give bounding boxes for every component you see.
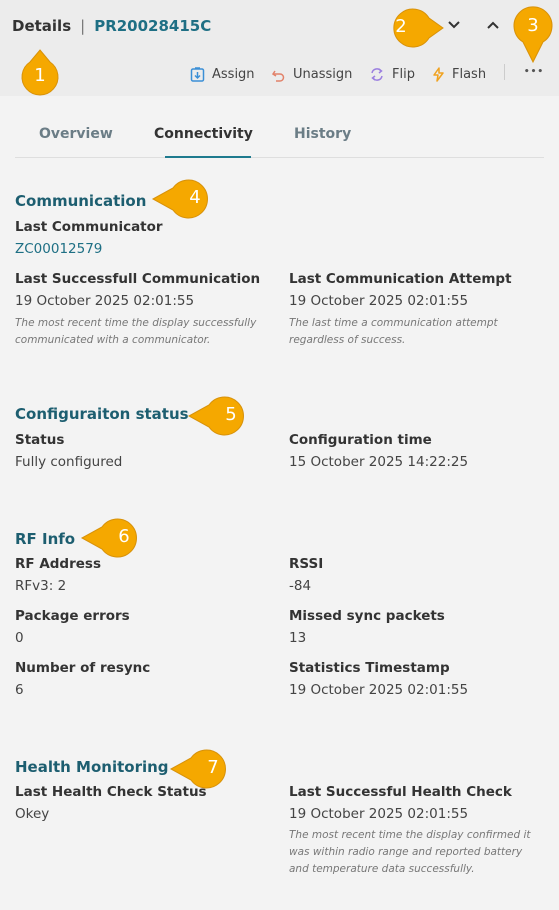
record-id: PR20028415C	[94, 17, 212, 35]
resync-label: Number of resync	[15, 660, 151, 676]
config-status-label: Status	[15, 432, 65, 448]
missed-sync-value: 13	[289, 630, 307, 646]
hint-line: communicated with a communicator.	[15, 334, 211, 346]
config-time-label: Configuration time	[289, 432, 432, 448]
rf-address-value: RFv3: 2	[15, 578, 67, 594]
last-success-label: Last Successfull Communication	[15, 271, 261, 287]
callout-number: 4	[189, 187, 201, 208]
title-separator: |	[80, 17, 86, 35]
assign-icon	[190, 66, 205, 82]
more-dots: •••	[523, 67, 545, 77]
callout-marker-6: 6	[80, 517, 154, 563]
section-title-communication: Communication	[15, 192, 147, 210]
title-text: Details	[12, 17, 72, 35]
page-title: Details | PR20028415C	[12, 17, 211, 35]
chevron-up-icon[interactable]	[482, 14, 504, 36]
last-communicator-label: Last Communicator	[15, 219, 163, 235]
assign-label: Assign	[212, 66, 255, 82]
stats-timestamp-value: 19 October 2025 02:01:55	[289, 682, 469, 698]
callout-number: 2	[395, 16, 407, 37]
section-title-configuration: Configuraiton status	[15, 405, 189, 423]
callout-number: 7	[207, 757, 219, 778]
assign-button[interactable]: Assign	[190, 64, 255, 84]
flip-label: Flip	[392, 66, 415, 82]
config-status-value: Fully configured	[15, 454, 123, 470]
undo-icon	[271, 70, 285, 82]
last-attempt-value: 19 October 2025 02:01:55	[289, 293, 469, 309]
resync-value: 6	[15, 682, 24, 698]
active-tab-indicator	[165, 156, 251, 158]
flash-label: Flash	[452, 66, 487, 82]
config-time-value: 15 October 2025 14:22:25	[289, 454, 469, 470]
tab-connectivity[interactable]: Connectivity	[154, 126, 253, 142]
rssi-value: -84	[289, 578, 312, 594]
unassign-label: Unassign	[293, 66, 353, 82]
flash-button[interactable]: Flash	[432, 64, 486, 84]
callout-number: 6	[118, 526, 130, 547]
callout-marker-2: 2	[377, 6, 447, 54]
health-status-value: Okey	[15, 806, 50, 822]
hint-line: and temperature data successfully.	[289, 863, 475, 875]
callout-marker-5: 5	[187, 395, 261, 441]
tab-history[interactable]: History	[294, 126, 351, 142]
callout-number: 3	[527, 15, 539, 36]
callout-number: 5	[225, 404, 237, 425]
callout-marker-7: 7	[169, 748, 243, 794]
unassign-button[interactable]: Unassign	[271, 64, 352, 84]
toolbar-divider	[504, 64, 505, 80]
rssi-label: RSSI	[289, 556, 324, 572]
flip-button[interactable]: Flip	[369, 64, 415, 84]
callout-marker-1: 1	[17, 48, 63, 108]
flip-icon	[371, 67, 383, 81]
tab-overview[interactable]: Overview	[39, 126, 113, 142]
section-title-rf-info: RF Info	[15, 530, 76, 548]
last-success-hint: The most recent time the display success…	[15, 315, 256, 349]
callout-number: 1	[34, 65, 46, 86]
package-errors-value: 0	[15, 630, 24, 646]
health-success-value: 19 October 2025 02:01:55	[289, 806, 469, 822]
section-title-health: Health Monitoring	[15, 758, 169, 776]
callout-marker-3: 3	[511, 2, 555, 68]
hint-line: The most recent time the display confirm…	[289, 829, 531, 841]
package-errors-label: Package errors	[15, 608, 130, 624]
hint-line: The last time a communication attempt	[289, 317, 498, 329]
last-attempt-label: Last Communication Attempt	[289, 271, 512, 287]
hint-line: The most recent time the display success…	[15, 317, 257, 329]
health-success-hint: The most recent time the display confirm…	[289, 827, 531, 878]
hint-line: regardless of success.	[289, 334, 406, 346]
last-success-value: 19 October 2025 02:01:55	[15, 293, 195, 309]
missed-sync-label: Missed sync packets	[289, 608, 445, 624]
last-attempt-hint: The last time a communication attempt re…	[289, 315, 498, 349]
health-success-label: Last Successful Health Check	[289, 784, 512, 800]
tab-bar: Overview Connectivity History	[15, 112, 544, 158]
flash-icon	[433, 66, 444, 82]
last-communicator-link[interactable]: ZC00012579	[15, 241, 102, 257]
hint-line: was within radio range and reported batt…	[289, 846, 523, 858]
stats-timestamp-label: Statistics Timestamp	[289, 660, 450, 676]
callout-marker-4: 4	[151, 178, 225, 224]
